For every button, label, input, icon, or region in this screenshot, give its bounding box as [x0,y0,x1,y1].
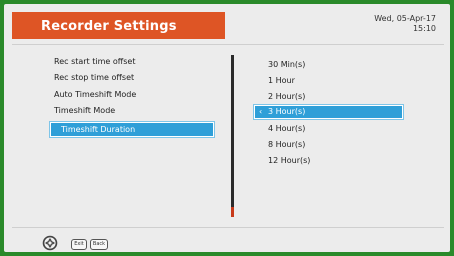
option-8-hours[interactable]: 8 Hour(s) [268,139,305,151]
date-time-display: Wed, 05-Apr-17 15:10 [374,14,436,34]
menu-item-rec-start-offset[interactable]: Rec start time offset [54,56,136,68]
option-3-hours[interactable]: ‹ 3 Hour(s) [254,105,403,119]
option-2-hours[interactable]: 2 Hour(s) [268,91,305,103]
column-divider-accent [231,207,234,217]
option-1-hour[interactable]: 1 Hour [268,75,295,87]
page-title: Recorder Settings [41,19,177,34]
menu-item-rec-stop-offset[interactable]: Rec stop time offset [54,72,134,84]
option-12-hours[interactable]: 12 Hour(s) [268,155,310,167]
date-text: Wed, 05-Apr-17 [374,14,436,23]
menu-item-timeshift-duration[interactable]: Timeshift Duration [50,122,214,137]
back-key[interactable]: Back [90,239,108,250]
menu-item-timeshift-mode[interactable]: Timeshift Mode [54,105,115,117]
time-text: 15:10 [412,24,436,33]
option-4-hours[interactable]: 4 Hour(s) [268,123,305,135]
option-30-min[interactable]: 30 Min(s) [268,59,305,71]
menu-item-auto-timeshift-mode[interactable]: Auto Timeshift Mode [54,89,136,101]
selection-chevron-icon: ‹ [259,107,263,116]
settings-screen: Recorder Settings Wed, 05-Apr-17 15:10 R… [4,4,450,252]
header-divider [12,44,444,45]
exit-key[interactable]: Exit [71,239,87,250]
navigation-wheel-icon [42,235,58,251]
menu-item-label: Timeshift Duration [61,125,136,134]
column-divider [231,55,234,207]
footer-divider [12,227,444,228]
option-label: 3 Hour(s) [268,107,306,116]
